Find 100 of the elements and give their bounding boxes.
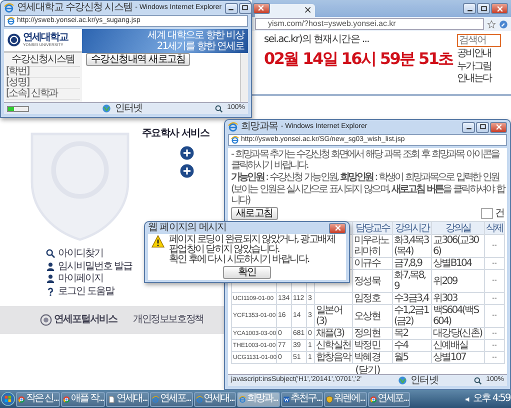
start-orb-icon[interactable] (1, 392, 15, 406)
table-cell: 월5 (394, 352, 408, 363)
table-cell: 임정호 (354, 293, 380, 304)
minimize-button[interactable] (224, 2, 238, 14)
banner-slogan: 21세기를 향한 연세로 (156, 41, 244, 52)
dialog-message: 확인 후에 다시 시도하시기 바랍니다. (169, 255, 310, 265)
magnifier-icon (474, 376, 482, 384)
question-mark-icon (46, 286, 55, 296)
refresh-button[interactable]: 수강신청내역 새로고침 (86, 53, 190, 66)
taskbar-button[interactable]: 워렌에... (324, 392, 367, 406)
table-cell: 일본어(3) (316, 305, 342, 327)
table-cell: 교306(교306) (433, 235, 478, 257)
table-cell: 대강당(신촌) (433, 328, 482, 339)
scrollbar[interactable] (240, 53, 248, 102)
service-icon (180, 164, 194, 178)
portal-link[interactable]: 마이페이지 (58, 273, 103, 284)
warning-icon (151, 235, 165, 248)
table-cell: 위209 (433, 276, 457, 286)
search-field[interactable]: 검색어 (456, 34, 501, 47)
side-link[interactable]: 누가그림 (456, 60, 501, 72)
seal-icon (7, 33, 21, 47)
circle-logo-icon (18, 396, 25, 402)
unit-label: 건 (494, 208, 504, 220)
person-icon (46, 262, 55, 271)
side-link[interactable]: 안내는다 (456, 73, 501, 84)
close-icon (334, 224, 342, 232)
address-field[interactable]: yism.com/?host=ysweb.yonsei.ac.kr (255, 18, 484, 30)
e-logo-icon (4, 3, 14, 13)
close-button[interactable] (490, 122, 507, 132)
table-cell: 위303 (433, 293, 457, 304)
notice-text: 가능인원 : 수강신청 가능인원, 희망인원 : 학생이 희망과목으로 입력한 인원 (231, 172, 500, 183)
maximize-icon (478, 123, 486, 131)
close-icon (496, 4, 504, 12)
table-cell: 미우라노리마히 (354, 235, 389, 257)
taskbar-button[interactable]: 추천구... (280, 392, 324, 406)
column-header: 강의실 (432, 222, 484, 234)
table-cell: 화7,목8,9 (394, 270, 426, 292)
shield-icon (326, 396, 334, 402)
star-icon (487, 20, 496, 28)
magnifier-icon (215, 104, 224, 112)
speaker-icon (464, 396, 471, 402)
footer-link[interactable]: 개인정보보호정책 (133, 314, 204, 326)
table-cell: 정의현 (354, 328, 380, 339)
column-header: 강의시간 (392, 222, 432, 234)
maximize-button[interactable] (477, 3, 490, 14)
circle-logo-icon (63, 396, 70, 402)
footer-logo: 연세포털서비스 (54, 314, 117, 326)
column-header: 삭제 (484, 222, 504, 234)
refresh-button[interactable]: 새로고침 (231, 207, 278, 220)
security-zone: 인터넷 (114, 102, 142, 114)
taskbar-button[interactable]: 연세대... (194, 392, 236, 406)
window-title: 연세대학교 수강신청 시스템 (17, 2, 132, 14)
notice-text: (보이는 인원은 실시간으로 표시되지 않으며, 새로고침 버튼을 클릭하셔야 합니다) (231, 184, 504, 206)
table-cell: 백S604(백S604) (433, 305, 478, 327)
table-cell: 수4 (394, 340, 408, 351)
table-cell: 이규수 (354, 258, 380, 269)
service-icon (180, 146, 194, 160)
taskbar-button[interactable]: 애플 작... (61, 392, 106, 406)
count-field[interactable] (480, 208, 493, 219)
seal-icon (40, 314, 52, 326)
person-icon (46, 274, 55, 284)
table-cell: 신예배실 (433, 340, 468, 351)
taskbar-button[interactable]: 연세대... (106, 392, 149, 406)
table-cell: 상별107 (433, 352, 466, 363)
minimize-button[interactable] (462, 122, 475, 132)
system-title: 수강신청시스템 (6, 54, 80, 67)
maximize-button[interactable] (238, 2, 252, 14)
ok-button[interactable]: 확인 (222, 266, 272, 279)
portal-link[interactable]: 로그인 도움말 (58, 286, 114, 297)
search-icon (46, 249, 55, 258)
banner-slogan: 세계 대학으로 향한 비상 (147, 30, 244, 41)
page-icon (108, 396, 116, 402)
close-button[interactable] (329, 222, 346, 234)
tab-close-button[interactable]: × (304, 4, 312, 16)
portal-link[interactable]: 아이디찾기 (58, 248, 103, 260)
table-cell: 수3금3,4 (394, 293, 428, 304)
e-logo-icon (152, 396, 159, 402)
student-info: [소속] 신학과 (6, 89, 80, 100)
maximize-icon (241, 4, 250, 12)
column-header: 담당교수 (352, 222, 392, 234)
close-button[interactable] (491, 3, 508, 14)
minimize-button[interactable] (463, 3, 476, 14)
maximize-button[interactable] (476, 122, 489, 132)
close-icon (494, 123, 502, 131)
taskbar-button[interactable]: 작은 신... (16, 392, 60, 406)
e-logo-icon (196, 396, 203, 402)
logo-text: 연세대학교 (23, 32, 68, 44)
table-cell: 상별B104 (433, 258, 472, 269)
taskbar-button[interactable]: 연세포... (368, 392, 410, 406)
dialog-message: 페이지 로딩이 완료되지 않았거나, 광고배제 팝업창이 닫히지 않았습니다. (169, 235, 336, 255)
e-logo-icon (231, 136, 239, 144)
side-link[interactable]: 공비안내 (456, 48, 501, 60)
student-info: [성명] (6, 78, 80, 89)
portal-link[interactable]: 임시비밀번호 발급 (58, 260, 132, 272)
clock-text: 02월 14일 16시 59분 51초 (264, 50, 453, 68)
table-cell: 목2 (394, 328, 408, 339)
taskbar-button[interactable]: 연세포... (150, 392, 193, 406)
table-cell: 합창음악 (316, 352, 351, 363)
table-cell: 금7,8,9 (394, 258, 422, 269)
clock-text: 오후 4:59 (472, 393, 510, 405)
